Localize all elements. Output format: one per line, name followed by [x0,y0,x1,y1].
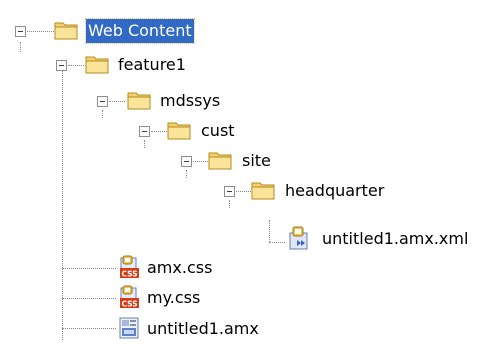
tree-guide-line [109,101,125,102]
amx-file-icon [119,317,139,339]
tree-item-headquarter[interactable]: headquarter [0,178,420,208]
tree-guide-line [236,191,251,192]
folder-icon [127,92,151,110]
collapse-toggle[interactable] [181,156,192,167]
xml-file-icon [289,226,308,250]
tree-guide-line [27,31,54,32]
tree-item-feature1[interactable]: feature1 [0,52,240,82]
svg-text:CSS: CSS [121,270,137,279]
tree-item-label[interactable]: cust [199,119,237,143]
folder-icon [54,22,78,40]
collapse-toggle[interactable] [56,60,67,71]
tree-guide-line [68,65,84,66]
tree-item-label[interactable]: untitled1.amx [145,317,261,341]
collapse-toggle[interactable] [139,126,150,137]
tree-item-amx-css[interactable]: CSS amx.css [0,255,260,285]
folder-icon [208,152,232,170]
tree-item-label[interactable]: Web Content [85,18,195,44]
collapse-toggle[interactable] [15,26,26,37]
css-file-icon: CSS [120,285,139,309]
collapse-toggle[interactable] [224,186,235,197]
tree-item-label[interactable]: headquarter [283,179,386,203]
tree-guide-line [193,161,208,162]
folder-icon [251,182,275,200]
tree-item-cust[interactable]: cust [0,118,250,148]
tree-item-label[interactable]: site [240,149,273,173]
tree-item-site[interactable]: site [0,148,290,178]
tree-item-label[interactable]: untitled1.amx.xml [320,227,470,251]
tree-item-my-css[interactable]: CSS my.css [0,285,260,315]
tree-item-untitled1-amx[interactable]: untitled1.amx [0,316,290,346]
folder-icon [167,122,191,140]
tree-item-label[interactable]: my.css [145,286,202,310]
tree-item-label[interactable]: feature1 [116,53,188,77]
tree-item-web-content[interactable]: Web Content [0,18,240,48]
tree-item-label[interactable]: mdssys [158,89,222,113]
folder-icon [85,56,109,74]
svg-text:CSS: CSS [121,300,137,309]
tree-item-label[interactable]: amx.css [145,256,214,280]
collapse-toggle[interactable] [97,96,108,107]
tree-item-untitled1-amx-xml[interactable]: untitled1.amx.xml [0,226,500,256]
tree-item-mdssys[interactable]: mdssys [0,88,240,118]
tree-guide-line [151,131,167,132]
css-file-icon: CSS [120,255,139,279]
